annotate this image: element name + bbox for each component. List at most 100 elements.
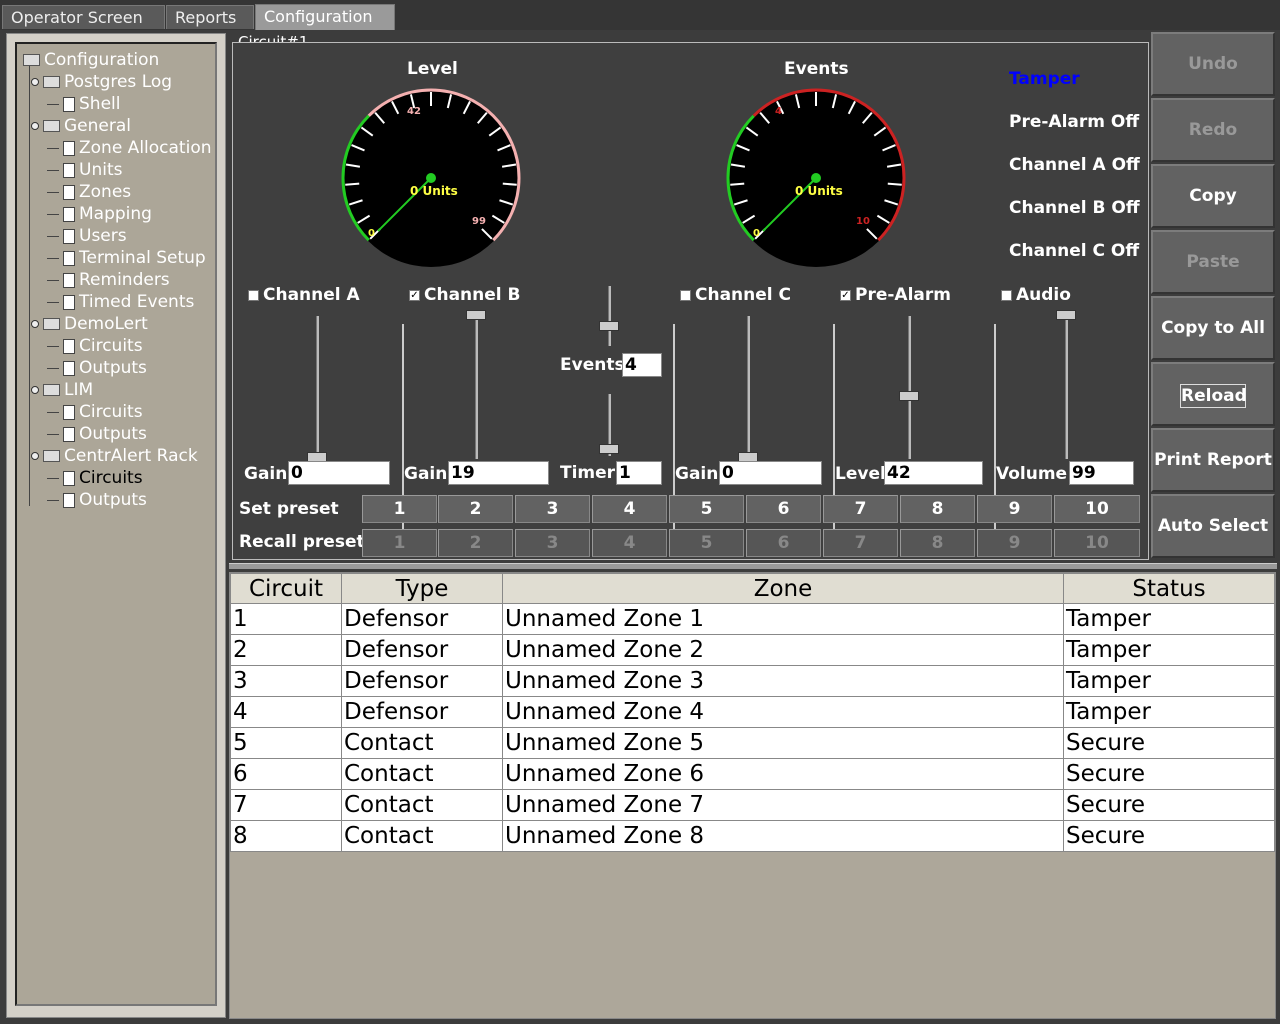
recall-preset-7-button[interactable]: 7 <box>823 529 898 557</box>
paste-button[interactable]: Paste <box>1151 230 1275 294</box>
channel-b-checkbox[interactable]: ✓ Channel B <box>409 285 521 305</box>
channel-c-slider[interactable] <box>747 316 750 459</box>
set-preset-6-button[interactable]: 6 <box>746 495 821 523</box>
recall-preset-3-button[interactable]: 3 <box>515 529 590 557</box>
header-status[interactable]: Status <box>1063 573 1275 604</box>
recall-preset-5-button[interactable]: 5 <box>669 529 744 557</box>
tree-item-mapping[interactable]: Mapping <box>63 203 152 225</box>
set-preset-9-button[interactable]: 9 <box>977 495 1052 523</box>
checkbox-box[interactable]: ✓ <box>840 289 851 301</box>
channel-a-checkbox[interactable]: Channel A <box>248 285 360 305</box>
channel-c-checkbox[interactable]: Channel C <box>680 285 791 305</box>
set-preset-2-button[interactable]: 2 <box>438 495 513 523</box>
tree-root[interactable]: Configuration <box>23 49 159 71</box>
tree-item-zones[interactable]: Zones <box>63 181 131 203</box>
checkbox-box[interactable] <box>680 289 691 301</box>
copy-to-all-button[interactable]: Copy to All <box>1151 296 1275 360</box>
set-preset-5-button[interactable]: 5 <box>669 495 744 523</box>
events-input[interactable]: 4 <box>622 353 662 377</box>
set-preset-3-button[interactable]: 3 <box>515 495 590 523</box>
tree-item-terminal-setup[interactable]: Terminal Setup <box>63 247 206 269</box>
checkbox-box[interactable] <box>248 289 259 301</box>
tree-folder-centralert-rack[interactable]: CentrAlert Rack <box>43 445 198 467</box>
tree-item-units[interactable]: Units <box>63 159 122 181</box>
tree-folder-general[interactable]: General <box>43 115 131 137</box>
slider-thumb[interactable] <box>466 310 486 320</box>
tree-folder-lim[interactable]: LIM <box>43 379 93 401</box>
header-type[interactable]: Type <box>341 573 503 604</box>
tree-item-outputs[interactable]: Outputs <box>63 489 147 511</box>
tree-folder-postgres-log[interactable]: Postgres Log <box>43 71 172 93</box>
slider-thumb[interactable] <box>599 321 619 331</box>
channel-a-slider[interactable] <box>316 316 319 459</box>
recall-preset-4-button[interactable]: 4 <box>592 529 667 557</box>
pre-alarm-value-input[interactable]: 42 <box>884 461 983 485</box>
slider-thumb[interactable] <box>599 444 619 454</box>
reload-button[interactable]: Reload <box>1151 362 1275 426</box>
redo-button[interactable]: Redo <box>1151 98 1275 162</box>
channel-b-slider[interactable] <box>475 316 478 459</box>
expand-toggle-icon[interactable] <box>31 320 39 328</box>
tree-item-users[interactable]: Users <box>63 225 127 247</box>
tab-configuration[interactable]: Configuration <box>255 4 395 30</box>
tab-operator-screen[interactable]: Operator Screen <box>2 5 165 29</box>
checkbox-box[interactable]: ✓ <box>409 289 420 301</box>
recall-preset-2-button[interactable]: 2 <box>438 529 513 557</box>
tree-item-reminders[interactable]: Reminders <box>63 269 170 291</box>
tree-item-outputs[interactable]: Outputs <box>63 423 147 445</box>
audio-value-input[interactable]: 99 <box>1069 461 1134 485</box>
expand-toggle-icon[interactable] <box>31 452 39 460</box>
table-row[interactable]: 6 Contact Unnamed Zone 6 Secure <box>230 758 1275 790</box>
table-row[interactable]: 5 Contact Unnamed Zone 5 Secure <box>230 727 1275 759</box>
table-row[interactable]: 4 Defensor Unnamed Zone 4 Tamper <box>230 696 1275 728</box>
expand-toggle-icon[interactable] <box>31 386 39 394</box>
set-preset-1-button[interactable]: 1 <box>362 495 437 523</box>
recall-preset-1-button[interactable]: 1 <box>362 529 437 557</box>
channel-c-value-input[interactable]: 0 <box>719 461 822 485</box>
header-zone[interactable]: Zone <box>502 573 1064 604</box>
events-slider[interactable] <box>608 286 611 346</box>
recall-preset-6-button[interactable]: 6 <box>746 529 821 557</box>
channel-a-value-input[interactable]: 0 <box>288 461 390 485</box>
recall-preset-8-button[interactable]: 8 <box>900 529 975 557</box>
channel-b-value-input[interactable]: 19 <box>448 461 549 485</box>
print-report-button[interactable]: Print Report <box>1151 428 1275 492</box>
undo-button[interactable]: Undo <box>1151 32 1275 96</box>
expand-toggle-icon[interactable] <box>31 78 39 86</box>
tree-item-timed-events[interactable]: Timed Events <box>63 291 194 313</box>
auto-select-button[interactable]: Auto Select <box>1151 494 1275 558</box>
recall-preset-10-button[interactable]: 10 <box>1054 529 1140 557</box>
set-preset-7-button[interactable]: 7 <box>823 495 898 523</box>
recall-preset-9-button[interactable]: 9 <box>977 529 1052 557</box>
table-row[interactable]: 8 Contact Unnamed Zone 8 Secure <box>230 820 1275 852</box>
audio-checkbox[interactable]: Audio <box>1001 285 1071 305</box>
expand-toggle-icon[interactable] <box>31 122 39 130</box>
tree-item-zone-allocation[interactable]: Zone Allocation <box>63 137 212 159</box>
gauge-value-text: 0 Units <box>410 184 458 198</box>
config-tree[interactable]: Configuration Postgres Log Shell General Zon… <box>15 42 217 1006</box>
tree-item-circuits[interactable]: Circuits <box>63 335 143 357</box>
slider-thumb[interactable] <box>899 391 919 401</box>
pre-alarm-slider[interactable] <box>908 316 911 459</box>
set-preset-8-button[interactable]: 8 <box>900 495 975 523</box>
tree-item-outputs[interactable]: Outputs <box>63 357 147 379</box>
slider-thumb[interactable] <box>1056 310 1076 320</box>
tab-reports[interactable]: Reports <box>166 5 254 29</box>
table-row[interactable]: 2 Defensor Unnamed Zone 2 Tamper <box>230 634 1275 666</box>
splitter[interactable] <box>229 563 1277 569</box>
set-preset-10-button[interactable]: 10 <box>1054 495 1140 523</box>
timer-input[interactable]: 1 <box>616 461 662 485</box>
tree-folder-demolert[interactable]: DemoLert <box>43 313 148 335</box>
tree-item-circuits[interactable]: Circuits <box>63 467 143 489</box>
tree-item-circuits[interactable]: Circuits <box>63 401 143 423</box>
audio-slider[interactable] <box>1065 316 1068 459</box>
table-row[interactable]: 3 Defensor Unnamed Zone 3 Tamper <box>230 665 1275 697</box>
table-row[interactable]: 7 Contact Unnamed Zone 7 Secure <box>230 789 1275 821</box>
pre-alarm-checkbox[interactable]: ✓ Pre-Alarm <box>840 285 951 305</box>
header-circuit[interactable]: Circuit <box>230 573 342 604</box>
checkbox-box[interactable] <box>1001 289 1012 301</box>
tree-item-shell[interactable]: Shell <box>63 93 120 115</box>
table-row[interactable]: 1 Defensor Unnamed Zone 1 Tamper <box>230 603 1275 635</box>
set-preset-4-button[interactable]: 4 <box>592 495 667 523</box>
copy-button[interactable]: Copy <box>1151 164 1275 228</box>
